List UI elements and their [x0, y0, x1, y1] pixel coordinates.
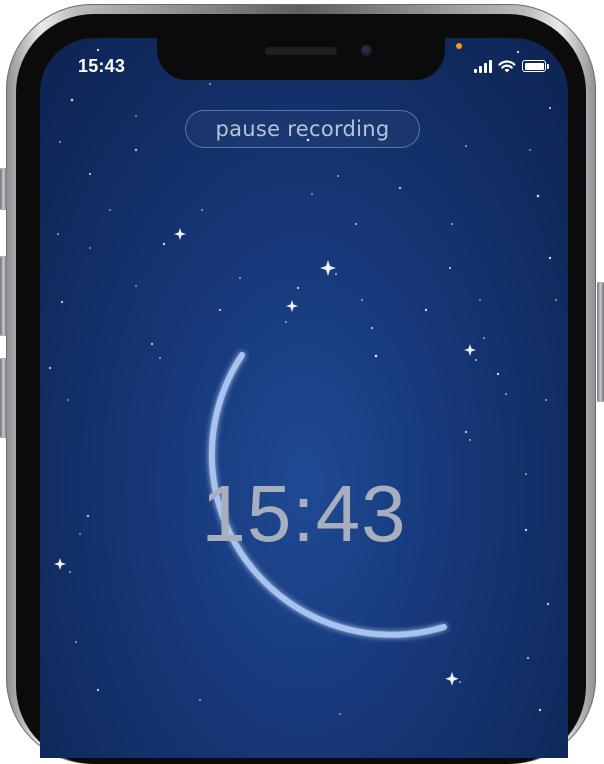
status-bar-icons: [474, 58, 549, 74]
front-camera: [361, 45, 372, 56]
microphone-in-use-indicator: [456, 43, 462, 49]
pause-recording-button[interactable]: pause recording: [185, 110, 420, 148]
silent-switch: [0, 168, 7, 210]
battery-icon: [522, 60, 549, 72]
battery-level-fill: [524, 62, 544, 70]
status-bar-time: 15:43: [78, 56, 126, 76]
cellular-signal-icon: [474, 59, 492, 73]
volume-down-button: [0, 358, 7, 438]
recording-clock-time: 15:43: [201, 469, 407, 558]
earpiece-speaker: [265, 47, 337, 55]
volume-up-button: [0, 256, 7, 336]
wifi-icon: [498, 60, 516, 73]
power-button: [597, 282, 604, 402]
device-notch: [157, 38, 445, 80]
app-screen: 15:43 pause recording 15:43: [40, 38, 568, 758]
